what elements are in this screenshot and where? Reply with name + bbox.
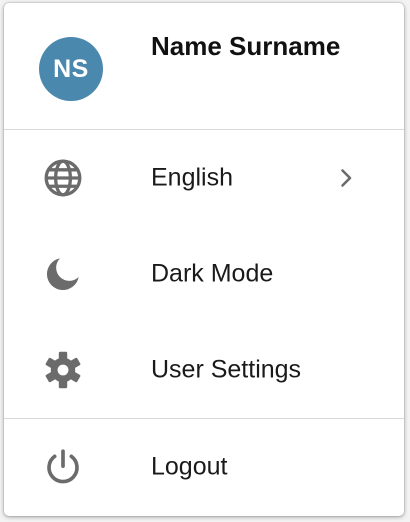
menu-item-logout[interactable]: Logout: [4, 419, 404, 515]
menu-item-dark-mode[interactable]: Dark Mode: [4, 226, 404, 322]
menu-item-label: Logout: [151, 452, 228, 481]
user-name: Name Surname: [151, 31, 341, 61]
globe-icon: [41, 156, 85, 200]
menu-item-label: Dark Mode: [151, 259, 274, 288]
moon-icon: [41, 252, 85, 296]
power-icon: [41, 445, 85, 489]
menu-item-user-settings[interactable]: User Settings: [4, 322, 404, 418]
user-menu: NS Name Surname English Dark Mode User S…: [4, 3, 404, 516]
menu-item-label: English: [151, 163, 233, 192]
user-header: NS Name Surname: [4, 3, 404, 130]
avatar[interactable]: NS: [39, 37, 103, 101]
menu-item-label: User Settings: [151, 355, 302, 384]
chevron-right-icon: [334, 166, 358, 190]
menu-item-language[interactable]: English: [4, 130, 404, 226]
gear-icon: [41, 348, 85, 392]
